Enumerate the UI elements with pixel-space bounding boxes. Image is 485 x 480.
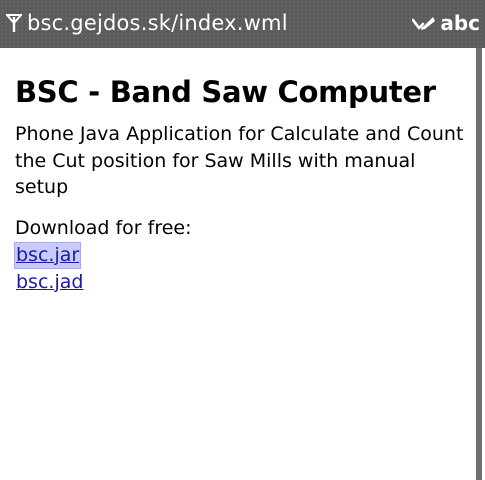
browser-screen: bsc.gejdos.sk/index.wml abc BSC - Band S… <box>0 0 485 480</box>
bsc-jar-link[interactable]: bsc.jar <box>13 241 82 269</box>
page-content: BSC - Band Saw Computer Phone Java Appli… <box>13 48 470 480</box>
link-row-jar: bsc.jar <box>13 241 470 269</box>
scrollbar-thumb[interactable] <box>476 48 482 480</box>
page-url[interactable]: bsc.gejdos.sk/index.wml <box>27 9 288 37</box>
download-label: Download for free: <box>15 216 192 239</box>
input-mode-indicator: abc <box>440 11 480 35</box>
antenna-icon <box>4 13 24 33</box>
status-bar: bsc.gejdos.sk/index.wml abc <box>0 0 485 48</box>
page-description: Phone Java Application for Calculate and… <box>15 123 464 198</box>
page-title: BSC - Band Saw Computer <box>15 75 436 109</box>
pen-input-icon <box>412 13 436 33</box>
status-indicators: abc <box>412 9 480 37</box>
bsc-jad-link[interactable]: bsc.jad <box>15 270 84 295</box>
link-row-jad: bsc.jad <box>15 270 470 296</box>
